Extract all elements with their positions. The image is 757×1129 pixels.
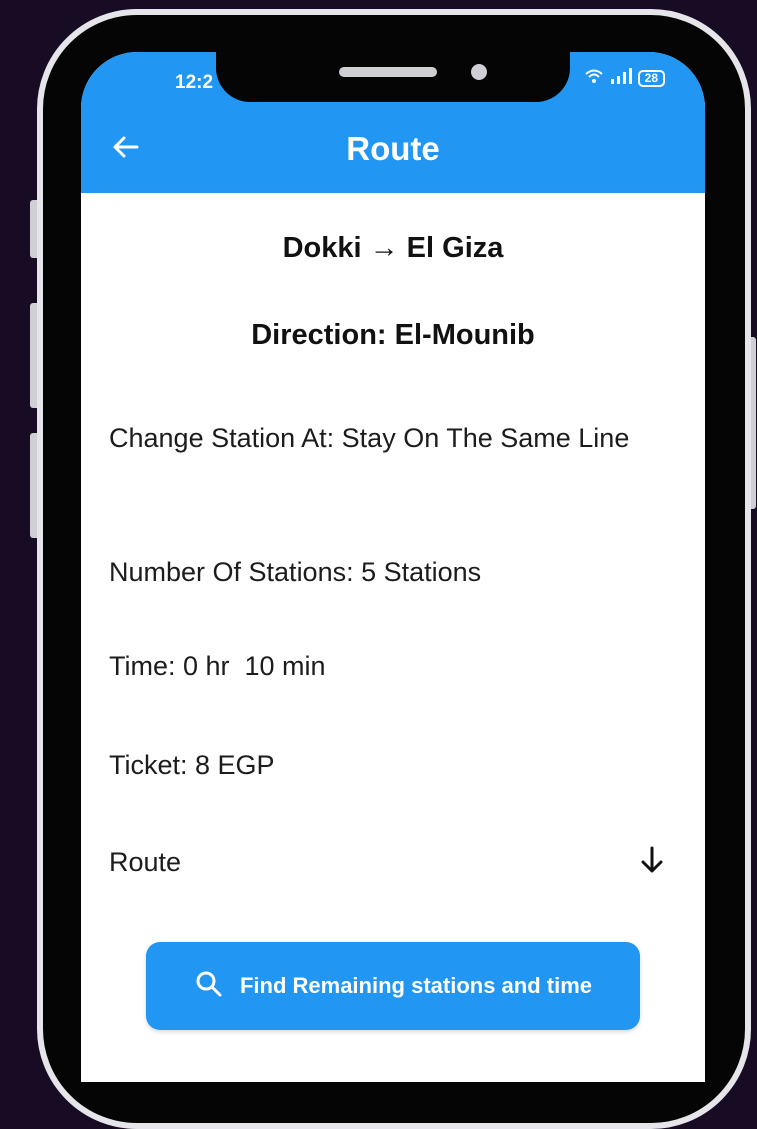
status-time: 12:2 (175, 72, 214, 93)
arrow-down-icon[interactable] (639, 845, 665, 880)
wifi-icon (584, 68, 604, 89)
route-expand-row[interactable]: Route (109, 838, 665, 886)
signal-icon (610, 68, 632, 89)
page-title: Route (346, 130, 440, 167)
find-remaining-label: Find Remaining stations and time (239, 973, 593, 998)
notch-speaker (339, 67, 437, 77)
app-bar: 12:2 28 Route (81, 52, 705, 193)
search-icon (194, 969, 224, 1004)
status-icons: 28 (584, 68, 665, 89)
number-of-stations-info: Number Of Stations: 5 Stations (109, 557, 482, 587)
find-remaining-button[interactable]: Find Remaining stations and time (146, 942, 640, 1030)
battery-icon: 28 (637, 70, 665, 87)
time-info: Time: 0 hr 10 min (109, 651, 326, 681)
camera-notch (216, 52, 570, 102)
app-screen: 12:2 28 Route Dokki → El Giza Direction:… (81, 52, 705, 1082)
route-label: Route (109, 846, 182, 877)
ticket-info: Ticket: 8 EGP (109, 750, 275, 780)
notch-camera (471, 64, 487, 80)
route-heading: Dokki → El Giza (282, 232, 504, 264)
direction-label: Direction: El-Mounib (251, 319, 535, 351)
change-station-info: Change Station At: Stay On The Same Line (109, 423, 630, 453)
